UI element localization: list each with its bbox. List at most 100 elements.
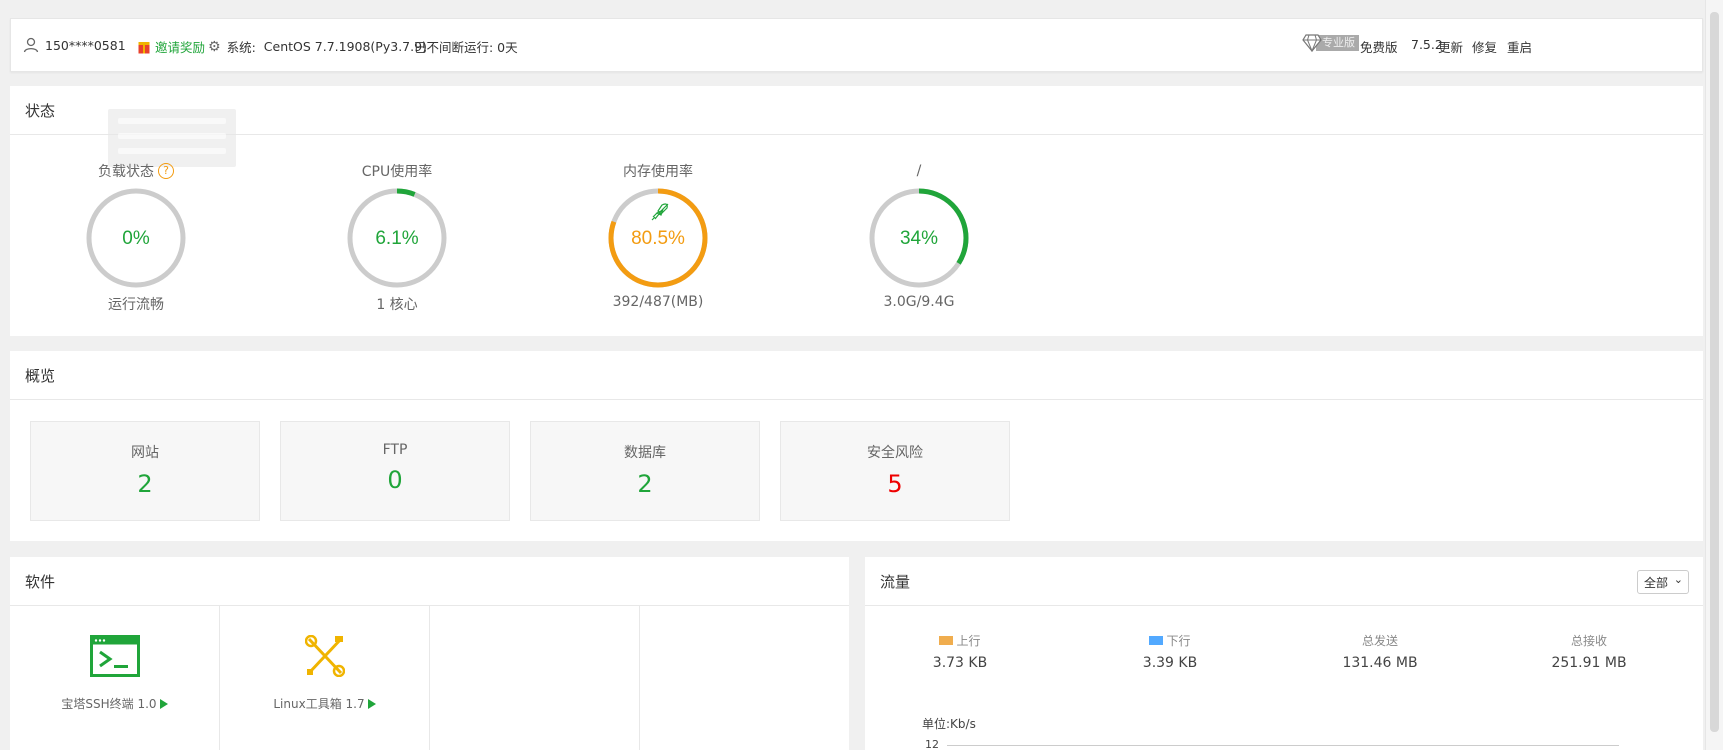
- overview-security-risk[interactable]: 安全风险 5: [780, 421, 1010, 521]
- system-info: ⚙ 系统: CentOS 7.7.1908(Py3.7.9): [208, 37, 427, 56]
- pro-badge-label: 专业版: [1316, 35, 1359, 51]
- overview-panel: 概览 网站 2 FTP 0 数据库 2 安全风险 5: [10, 351, 1703, 541]
- gauge-value: 80.5%: [631, 228, 685, 249]
- memory-gauge[interactable]: 内存使用率 80.5% 392/487(MB): [588, 160, 728, 310]
- cpu-gauge[interactable]: CPU使用率 6.1% 1 核心: [327, 160, 467, 314]
- traffic-upload: 上行 3.73 KB: [885, 632, 1035, 671]
- traffic-download: 下行 3.39 KB: [1095, 632, 1245, 671]
- overview-database[interactable]: 数据库 2: [530, 421, 760, 521]
- software-empty-slot: [640, 606, 850, 750]
- overview-value: 2: [137, 470, 153, 498]
- traffic-label-text: 总发送: [1361, 634, 1398, 648]
- gauge-ring: 34%: [869, 188, 969, 288]
- gear-icon: ⚙: [208, 38, 221, 55]
- gauge-value: 6.1%: [375, 228, 418, 249]
- overview-label: FTP: [382, 442, 408, 458]
- software-label: 宝塔SSH终端 1.0: [10, 695, 219, 712]
- traffic-value: 3.73 KB: [932, 655, 988, 671]
- user-info[interactable]: 150****0581: [23, 37, 126, 53]
- overview-label: 安全风险: [867, 445, 923, 461]
- traffic-title: 流量: [880, 573, 911, 591]
- overview-label: 网站: [131, 445, 159, 461]
- divider: [10, 399, 1703, 400]
- restart-link[interactable]: 重启: [1507, 37, 1532, 56]
- load-tooltip: [108, 109, 236, 167]
- gift-icon: [138, 42, 150, 54]
- invite-reward-link[interactable]: 邀请奖励: [138, 37, 205, 56]
- invite-label: 邀请奖励: [155, 40, 206, 55]
- status-title: 状态: [25, 102, 56, 120]
- page-scrollbar[interactable]: [1705, 0, 1723, 750]
- traffic-interface-select[interactable]: 全部 ⌄: [1637, 570, 1689, 594]
- overview-title: 概览: [25, 367, 56, 385]
- software-item-linux-toolbox[interactable]: Linux工具箱 1.7: [220, 606, 430, 750]
- download-legend-swatch: [1149, 636, 1164, 645]
- software-label-text: Linux工具箱 1.7: [273, 697, 365, 711]
- upload-legend-swatch: [939, 636, 954, 645]
- chart-y-tick: 12: [925, 738, 939, 750]
- chart-unit-label: 单位:Kb/s: [922, 717, 976, 731]
- gauge-ring: 80.5%: [608, 188, 708, 288]
- update-link[interactable]: 更新: [1438, 37, 1463, 56]
- gauge-ring: 6.1%: [347, 188, 447, 288]
- tooltip-line: [118, 118, 226, 124]
- gauge-title: /: [849, 160, 989, 182]
- gauge-title-text: CPU使用率: [361, 164, 433, 180]
- diamond-icon: [1302, 34, 1322, 52]
- disk-gauge[interactable]: / 34% 3.0G/9.4G: [849, 160, 989, 310]
- software-item-ssh-terminal[interactable]: 宝塔SSH终端 1.0: [10, 606, 220, 750]
- gauge-title: 负载状态 ?: [66, 160, 206, 182]
- overview-value: 2: [637, 470, 653, 498]
- terminal-icon: [90, 635, 140, 677]
- divider: [865, 605, 1703, 606]
- play-icon: [159, 699, 168, 709]
- tools-icon: [305, 635, 345, 677]
- traffic-value: 251.91 MB: [1551, 655, 1627, 671]
- overview-value: 0: [387, 466, 403, 494]
- restart-label: 重启: [1507, 40, 1533, 55]
- gauge-sub: 运行流畅: [108, 297, 164, 313]
- traffic-label-text: 上行: [956, 634, 981, 648]
- overview-sites[interactable]: 网站 2: [30, 421, 260, 521]
- overview-ftp[interactable]: FTP 0: [280, 421, 510, 521]
- update-label: 更新: [1438, 40, 1464, 55]
- traffic-label: 总接收: [1514, 632, 1664, 649]
- select-value: 全部: [1644, 576, 1669, 590]
- tooltip-line: [118, 148, 226, 154]
- help-icon[interactable]: ?: [158, 163, 174, 179]
- repair-link[interactable]: 修复: [1472, 37, 1497, 56]
- pro-edition-badge[interactable]: 专业版: [1302, 34, 1359, 52]
- scrollbar-thumb[interactable]: [1710, 12, 1719, 732]
- software-label-text: 宝塔SSH终端 1.0: [61, 697, 157, 711]
- overview-value: 5: [887, 470, 903, 498]
- gauge-sub: 1 核心: [376, 297, 418, 313]
- gauge-ring: 0%: [86, 188, 186, 288]
- status-panel: 状态 负载状态 ? 0% 运行流畅 CPU使用率 6.1% 1 核心 内存使用率…: [10, 86, 1703, 336]
- uptime: 已不间断运行: 0天: [414, 37, 518, 56]
- gauge-title: 内存使用率: [588, 160, 728, 182]
- user-icon: [23, 37, 39, 53]
- software-panel: 软件 宝塔SSH终端 1.0 Linux工具箱 1.7: [10, 557, 849, 750]
- traffic-total-received: 总接收 251.91 MB: [1514, 632, 1664, 671]
- overview-label: 数据库: [624, 445, 666, 461]
- gauge-title-text: 内存使用率: [623, 164, 693, 180]
- software-empty-slot: [430, 606, 640, 750]
- gauge-title-text: 负载状态: [98, 164, 154, 180]
- traffic-label-text: 下行: [1166, 634, 1191, 648]
- traffic-label: 上行: [885, 632, 1035, 649]
- tooltip-line: [118, 133, 226, 139]
- rocket-icon[interactable]: [651, 203, 669, 221]
- load-gauge[interactable]: 负载状态 ? 0% 运行流畅: [66, 160, 206, 314]
- gauge-sub: 3.0G/9.4G: [883, 294, 955, 310]
- traffic-value: 3.39 KB: [1142, 655, 1198, 671]
- traffic-total-sent: 总发送 131.46 MB: [1305, 632, 1455, 671]
- software-label: Linux工具箱 1.7: [220, 695, 429, 712]
- play-icon: [367, 699, 376, 709]
- edition: 免费版: [1360, 37, 1398, 56]
- edition-label: 免费版: [1360, 40, 1398, 55]
- chart-gridline: [947, 745, 1619, 746]
- uptime-text: 已不间断运行: 0天: [414, 40, 518, 55]
- traffic-panel: 流量 全部 ⌄ 上行 3.73 KB 下行 3.39 KB 总发送 131.46…: [865, 557, 1703, 750]
- divider: [10, 134, 1703, 135]
- username: 150****0581: [45, 37, 126, 53]
